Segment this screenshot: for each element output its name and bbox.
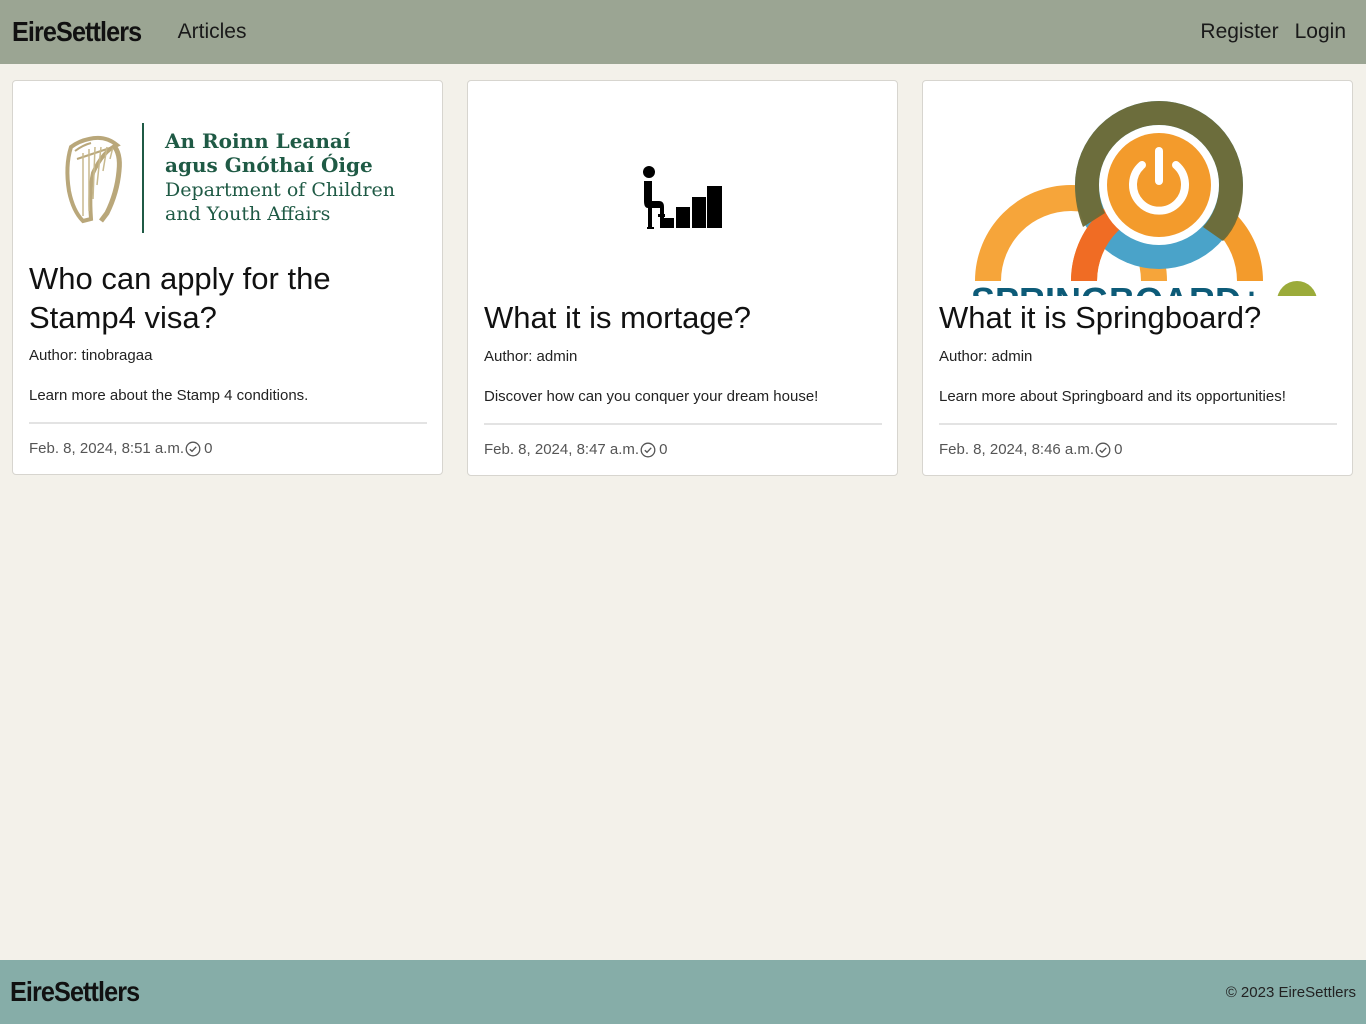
nav-link-register[interactable]: Register bbox=[1200, 20, 1278, 44]
article-meta: Feb. 8, 2024, 8:51 a.m. 0 bbox=[29, 440, 212, 457]
harp-icon bbox=[65, 135, 122, 224]
article-card[interactable]: What it is mortage? Author: admin Discov… bbox=[467, 80, 898, 476]
check-circle-icon bbox=[640, 442, 656, 457]
check-circle-icon bbox=[1095, 442, 1111, 457]
auth-links: Register Login bbox=[1200, 20, 1354, 44]
approval-count: 0 bbox=[204, 440, 213, 457]
logo-text-line2: agus Gnóthaí Óige bbox=[165, 152, 373, 177]
page-footer: EireSettlers © 2023 EireSettlers bbox=[0, 960, 1366, 1024]
article-date: Feb. 8, 2024, 8:51 a.m. bbox=[29, 440, 185, 457]
article-excerpt: Learn more about the Stamp 4 conditions. bbox=[29, 387, 309, 404]
person-climbing-stairs-icon bbox=[643, 166, 722, 229]
logo-text-line1: An Roinn Leanaí bbox=[164, 129, 351, 153]
article-title[interactable]: What it is Springboard? bbox=[939, 298, 1339, 337]
article-author: Author: tinobragaa bbox=[29, 347, 153, 364]
springboard-logo: SPRINGBOARD+ bbox=[971, 101, 1317, 297]
article-card[interactable]: SPRINGBOARD+ What it is Springboard? Aut… bbox=[922, 80, 1353, 476]
article-meta: Feb. 8, 2024, 8:46 a.m. 0 bbox=[939, 441, 1122, 458]
approval-count: 0 bbox=[1114, 441, 1123, 458]
article-date: Feb. 8, 2024, 8:47 a.m. bbox=[484, 441, 640, 458]
card-divider bbox=[29, 422, 427, 424]
article-title[interactable]: What it is mortage? bbox=[484, 298, 884, 337]
approval-count: 0 bbox=[659, 441, 668, 458]
brand-logo-link[interactable]: EireSettlers bbox=[12, 16, 142, 48]
article-excerpt: Learn more about Springboard and its opp… bbox=[939, 388, 1286, 405]
article-title[interactable]: Who can apply for the Stamp4 visa? bbox=[29, 259, 429, 337]
article-image bbox=[468, 81, 897, 297]
article-image: SPRINGBOARD+ bbox=[923, 81, 1352, 297]
card-divider bbox=[939, 423, 1337, 425]
springboard-wordmark: SPRINGBOARD+ bbox=[971, 280, 1262, 297]
nav-link-login[interactable]: Login bbox=[1295, 20, 1346, 44]
footer-copyright: © 2023 EireSettlers bbox=[1225, 983, 1356, 1001]
article-excerpt: Discover how can you conquer your dream … bbox=[484, 388, 819, 405]
article-list: An Roinn Leanaí agus Gnóthaí Óige Depart… bbox=[12, 80, 1354, 477]
logo-text-line3: Department of Children bbox=[165, 179, 395, 201]
article-card[interactable]: An Roinn Leanaí agus Gnóthaí Óige Depart… bbox=[12, 80, 443, 475]
article-meta: Feb. 8, 2024, 8:47 a.m. 0 bbox=[484, 441, 667, 458]
article-author: Author: admin bbox=[939, 348, 1033, 365]
logo-text-line4: and Youth Affairs bbox=[165, 203, 330, 225]
top-navbar: EireSettlers Articles Register Login bbox=[0, 0, 1366, 64]
card-divider bbox=[484, 423, 882, 425]
footer-brand-link[interactable]: EireSettlers bbox=[10, 976, 140, 1008]
check-circle-icon bbox=[185, 441, 201, 456]
article-author: Author: admin bbox=[484, 348, 578, 365]
article-date: Feb. 8, 2024, 8:46 a.m. bbox=[939, 441, 1095, 458]
nav-link-articles[interactable]: Articles bbox=[178, 20, 247, 44]
